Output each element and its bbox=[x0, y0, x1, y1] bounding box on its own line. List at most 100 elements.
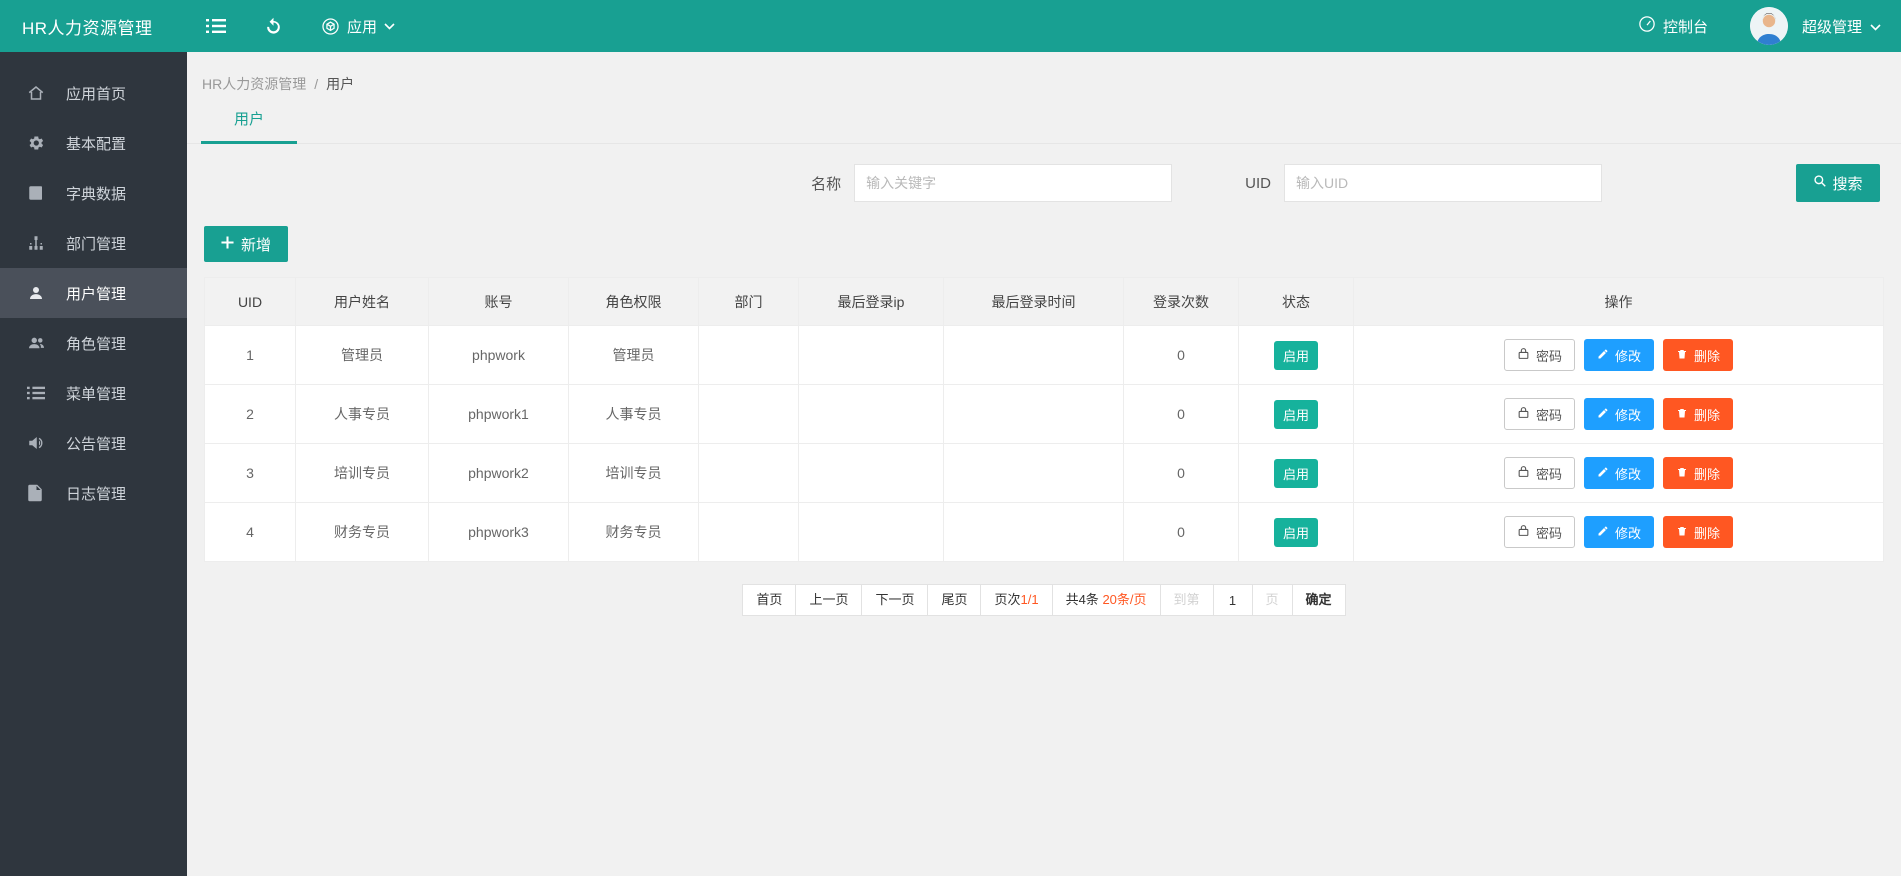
lock-icon bbox=[1517, 347, 1530, 363]
add-button[interactable]: 新增 bbox=[204, 226, 288, 262]
sidebar-item-logs[interactable]: 日志管理 bbox=[0, 468, 187, 518]
edit-button[interactable]: 修改 bbox=[1584, 398, 1654, 430]
speaker-icon bbox=[27, 434, 47, 452]
pagination-page-info: 页次1/1 bbox=[980, 584, 1052, 616]
pagination: 首页 上一页 下一页 尾页 页次1/1 共4条 20条/页 到第 页 确定 bbox=[187, 584, 1901, 616]
cell-dept bbox=[699, 385, 799, 444]
delete-button[interactable]: 删除 bbox=[1663, 516, 1733, 548]
trash-icon bbox=[1676, 348, 1688, 363]
password-button[interactable]: 密码 bbox=[1504, 339, 1575, 371]
table-row: 3 培训专员 phpwork2 培训专员 0 启用 密码 修改 bbox=[205, 444, 1883, 503]
plus-icon bbox=[221, 236, 234, 253]
table-row: 4 财务专员 phpwork3 财务专员 0 启用 密码 修改 bbox=[205, 503, 1883, 562]
table-row: 1 管理员 phpwork 管理员 0 启用 密码 修改 bbox=[205, 326, 1883, 385]
cell-last-time bbox=[944, 385, 1124, 444]
pagination-last[interactable]: 尾页 bbox=[927, 584, 981, 616]
breadcrumb-root[interactable]: HR人力资源管理 bbox=[202, 76, 306, 92]
col-header-name: 用户姓名 bbox=[296, 278, 429, 326]
gear-icon bbox=[27, 134, 47, 152]
password-button[interactable]: 密码 bbox=[1504, 398, 1575, 430]
col-header-actions: 操作 bbox=[1354, 278, 1883, 326]
tab-users[interactable]: 用户 bbox=[201, 108, 297, 144]
cell-name: 财务专员 bbox=[296, 503, 429, 562]
sidebar-item-menus[interactable]: 菜单管理 bbox=[0, 368, 187, 418]
sidebar-item-config[interactable]: 基本配置 bbox=[0, 118, 187, 168]
pencil-icon bbox=[1597, 466, 1609, 481]
pagination-next[interactable]: 下一页 bbox=[861, 584, 928, 616]
cell-last-ip bbox=[799, 503, 944, 562]
edit-button[interactable]: 修改 bbox=[1584, 339, 1654, 371]
sidebar-item-label: 日志管理 bbox=[66, 483, 126, 504]
sidebar-item-label: 公告管理 bbox=[66, 433, 126, 454]
tab-strip: 用户 bbox=[187, 108, 1901, 144]
cell-account: phpwork3 bbox=[429, 503, 569, 562]
menu-toggle-icon bbox=[206, 18, 226, 34]
password-button[interactable]: 密码 bbox=[1504, 516, 1575, 548]
nav-app-menu[interactable]: 应用 bbox=[302, 0, 414, 52]
edit-button-label: 修改 bbox=[1615, 346, 1641, 365]
uid-field-label: UID bbox=[1245, 175, 1271, 192]
sidebar-item-announcements[interactable]: 公告管理 bbox=[0, 418, 187, 468]
delete-button[interactable]: 删除 bbox=[1663, 398, 1733, 430]
edit-button[interactable]: 修改 bbox=[1584, 457, 1654, 489]
users-table: UID 用户姓名 账号 角色权限 部门 最后登录ip 最后登录时间 登录次数 状… bbox=[204, 277, 1884, 562]
console-label: 控制台 bbox=[1663, 16, 1708, 37]
nav-app-label: 应用 bbox=[347, 16, 377, 37]
sidebar-item-roles[interactable]: 角色管理 bbox=[0, 318, 187, 368]
sidebar-toggle-button[interactable] bbox=[187, 0, 245, 52]
sidebar-item-department[interactable]: 部门管理 bbox=[0, 218, 187, 268]
edit-button-label: 修改 bbox=[1615, 523, 1641, 542]
status-badge[interactable]: 启用 bbox=[1274, 341, 1318, 370]
pagination-first[interactable]: 首页 bbox=[742, 584, 796, 616]
delete-button-label: 删除 bbox=[1694, 405, 1720, 424]
pencil-icon bbox=[1597, 525, 1609, 540]
password-button[interactable]: 密码 bbox=[1504, 457, 1575, 489]
cell-role: 管理员 bbox=[569, 326, 699, 385]
user-avatar[interactable] bbox=[1750, 7, 1788, 45]
delete-button-label: 删除 bbox=[1694, 523, 1720, 542]
user-menu[interactable]: 超级管理 bbox=[1802, 16, 1881, 37]
app-cube-icon bbox=[321, 17, 340, 36]
search-button[interactable]: 搜索 bbox=[1796, 164, 1880, 202]
status-badge[interactable]: 启用 bbox=[1274, 400, 1318, 429]
col-header-dept: 部门 bbox=[699, 278, 799, 326]
cell-name: 人事专员 bbox=[296, 385, 429, 444]
delete-button[interactable]: 删除 bbox=[1663, 339, 1733, 371]
edit-button-label: 修改 bbox=[1615, 464, 1641, 483]
uid-search-input[interactable] bbox=[1284, 164, 1602, 202]
pagination-confirm-button[interactable]: 确定 bbox=[1292, 584, 1346, 616]
status-badge[interactable]: 启用 bbox=[1274, 459, 1318, 488]
cell-last-time bbox=[944, 503, 1124, 562]
page-info-label: 页次 bbox=[994, 592, 1020, 607]
delete-button[interactable]: 删除 bbox=[1663, 457, 1733, 489]
console-gauge-icon bbox=[1638, 15, 1656, 37]
password-button-label: 密码 bbox=[1536, 464, 1562, 483]
cell-dept bbox=[699, 503, 799, 562]
chevron-down-icon bbox=[384, 23, 395, 30]
cell-uid: 1 bbox=[205, 326, 296, 385]
refresh-button[interactable] bbox=[245, 0, 302, 52]
cell-dept bbox=[699, 326, 799, 385]
console-link[interactable]: 控制台 bbox=[1622, 15, 1724, 37]
cell-actions: 密码 修改 删除 bbox=[1354, 385, 1883, 444]
table-header-row: UID 用户姓名 账号 角色权限 部门 最后登录ip 最后登录时间 登录次数 状… bbox=[205, 278, 1883, 326]
sidebar-item-home[interactable]: 应用首页 bbox=[0, 68, 187, 118]
pagination-goto-input[interactable] bbox=[1213, 584, 1253, 616]
page-info-value: 1/1 bbox=[1021, 592, 1039, 607]
log-icon bbox=[27, 484, 47, 502]
top-header: HR人力资源管理 应用 bbox=[0, 0, 1901, 52]
pagination-prev[interactable]: 上一页 bbox=[795, 584, 862, 616]
name-search-input[interactable] bbox=[854, 164, 1172, 202]
trash-icon bbox=[1676, 407, 1688, 422]
sidebar-item-dictionary[interactable]: 字典数据 bbox=[0, 168, 187, 218]
chevron-down-icon bbox=[1870, 18, 1881, 35]
col-header-last-ip: 最后登录ip bbox=[799, 278, 944, 326]
refresh-icon bbox=[264, 17, 283, 36]
col-header-account: 账号 bbox=[429, 278, 569, 326]
status-badge[interactable]: 启用 bbox=[1274, 518, 1318, 547]
edit-button[interactable]: 修改 bbox=[1584, 516, 1654, 548]
total-label: 共4条 bbox=[1066, 592, 1099, 607]
pagination-goto-label: 到第 bbox=[1160, 584, 1214, 616]
cell-name: 管理员 bbox=[296, 326, 429, 385]
sidebar-item-users[interactable]: 用户管理 bbox=[0, 268, 187, 318]
